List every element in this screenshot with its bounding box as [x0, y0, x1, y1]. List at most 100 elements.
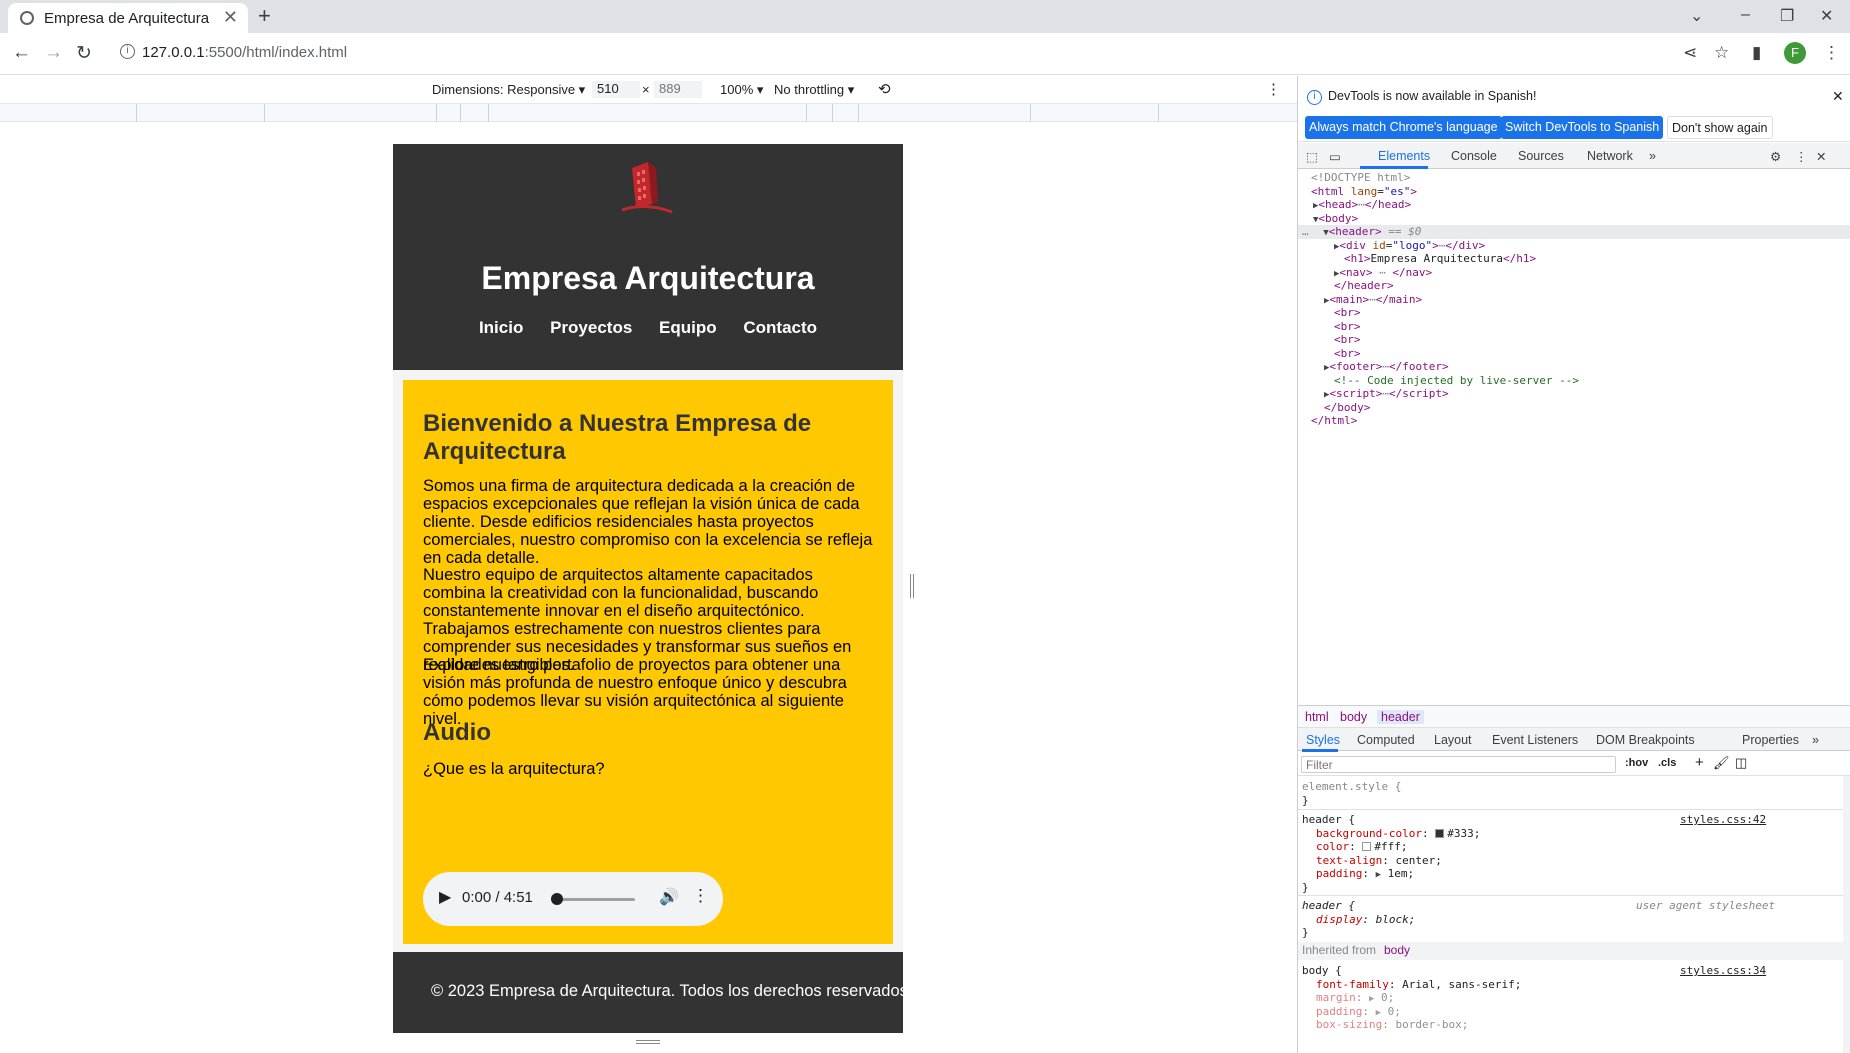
share-icon[interactable]: ⋖: [1683, 43, 1697, 63]
bookmark-star-icon[interactable]: ☆: [1714, 43, 1729, 63]
dom-br[interactable]: <br>: [1334, 347, 1361, 361]
devtools-menu-icon[interactable]: ⋮: [1795, 149, 1808, 164]
dom-html-close[interactable]: </html>: [1311, 414, 1357, 428]
minimize-icon[interactable]: –: [1741, 6, 1750, 24]
seek-bar[interactable]: [555, 898, 635, 901]
dom-doctype[interactable]: <!DOCTYPE html>: [1311, 171, 1410, 185]
new-tab-button[interactable]: +: [258, 3, 271, 29]
dom-body-close[interactable]: </body>: [1324, 401, 1370, 415]
tab-computed[interactable]: Computed: [1357, 733, 1415, 747]
dom-br[interactable]: <br>: [1334, 306, 1361, 320]
dom-br[interactable]: <br>: [1334, 333, 1361, 347]
tab-elements[interactable]: Elements: [1378, 149, 1430, 163]
tab-layout[interactable]: Layout: [1434, 733, 1472, 747]
prop-font-family[interactable]: font-family: Arial, sans-serif;: [1316, 978, 1521, 992]
prop-padding[interactable]: padding: ▶ 1em;: [1316, 867, 1414, 883]
chrome-menu-icon[interactable]: ⋮: [1823, 43, 1840, 63]
dom-br[interactable]: <br>: [1334, 320, 1361, 334]
match-language-button[interactable]: Always match Chrome's language: [1305, 116, 1502, 139]
welcome-heading: Bienvenido a Nuestra Empresa de Arquitec…: [423, 410, 812, 465]
restore-icon[interactable]: ❐: [1780, 6, 1794, 26]
nav-link-contacto[interactable]: Contacto: [743, 318, 817, 338]
close-window-icon[interactable]: ✕: [1820, 6, 1833, 26]
dom-h1[interactable]: <h1>Empresa Arquitectura</h1>: [1344, 252, 1536, 266]
dom-header-selected[interactable]: … ▼<header> == $0: [1298, 225, 1850, 239]
dont-show-button[interactable]: Don't show again: [1667, 116, 1773, 139]
breadcrumb-html[interactable]: html: [1305, 710, 1329, 724]
prop-background-color[interactable]: background-color: #333;: [1316, 827, 1480, 841]
media-query-bar[interactable]: [0, 104, 1297, 122]
close-tab-icon[interactable]: ✕: [223, 7, 238, 28]
body-rule-selector[interactable]: body {: [1302, 964, 1342, 978]
cls-toggle[interactable]: .cls: [1658, 757, 1676, 769]
device-more-icon[interactable]: ⋮: [1266, 80, 1281, 98]
more-tabs-icon[interactable]: »: [1649, 149, 1656, 163]
resize-handle-bottom[interactable]: [636, 1040, 660, 1044]
tab-console[interactable]: Console: [1451, 149, 1497, 163]
height-input[interactable]: 889: [654, 81, 702, 98]
header-rule-selector[interactable]: header {: [1302, 813, 1355, 827]
tab-dom-breakpoints[interactable]: DOM Breakpoints: [1596, 733, 1695, 747]
audio-menu-icon[interactable]: ⋮: [692, 886, 709, 906]
throttle-select[interactable]: No throttling ▾: [774, 82, 854, 98]
more-subtabs-icon[interactable]: »: [1812, 733, 1819, 747]
site-info-icon[interactable]: i: [120, 44, 135, 59]
ua-rule-selector[interactable]: header {: [1302, 899, 1355, 913]
dom-tree: <!DOCTYPE html> <html lang="es"> ▶<head>…: [1298, 171, 1850, 691]
dom-header-close[interactable]: </header>: [1334, 279, 1394, 293]
prop-display[interactable]: display: block;: [1316, 913, 1415, 927]
nav-link-proyectos[interactable]: Proyectos: [550, 318, 632, 338]
nav-link-inicio[interactable]: Inicio: [479, 318, 523, 338]
infobar-close-icon[interactable]: ✕: [1832, 88, 1844, 105]
tab-network[interactable]: Network: [1587, 149, 1633, 163]
zoom-select[interactable]: 100% ▾: [720, 82, 763, 98]
element-style-rule[interactable]: element.style {: [1302, 780, 1401, 794]
source-link-body[interactable]: styles.css:34: [1680, 964, 1766, 978]
address-bar[interactable]: i 127.0.0.1:5500/html/index.html: [110, 37, 1670, 69]
tab-event-listeners[interactable]: Event Listeners: [1492, 733, 1578, 747]
new-rule-icon[interactable]: +: [1695, 754, 1704, 771]
tab-styles[interactable]: Styles: [1306, 733, 1340, 747]
styles-scrollbar[interactable]: [1843, 776, 1850, 1053]
breadcrumb-body[interactable]: body: [1340, 710, 1367, 724]
url-text[interactable]: 127.0.0.1:5500/html/index.html: [142, 44, 347, 61]
dom-html[interactable]: <html lang="es">: [1311, 185, 1417, 199]
paint-brush-icon[interactable]: 🖌: [1713, 755, 1730, 771]
devtools-close-icon[interactable]: ✕: [1816, 149, 1826, 164]
styles-filter-input[interactable]: Filter: [1301, 756, 1616, 773]
tab-properties[interactable]: Properties: [1742, 733, 1799, 747]
audio-player[interactable]: ▶ 0:00 / 4:51 🔊 ⋮: [423, 872, 723, 926]
settings-gear-icon[interactable]: ⚙: [1770, 149, 1781, 164]
dimensions-select[interactable]: Dimensions: Responsive ▾: [432, 82, 585, 98]
reload-icon[interactable]: ↻: [76, 42, 92, 65]
devtools-tabs: ⬚ ▭ Elements Console Sources Network » ⚙…: [1298, 143, 1850, 169]
sidebar-toggle-icon[interactable]: ◫: [1735, 755, 1747, 771]
nav-link-equipo[interactable]: Equipo: [659, 318, 717, 338]
breadcrumb: html body header: [1298, 705, 1850, 727]
prop-text-align[interactable]: text-align: center;: [1316, 854, 1442, 868]
resize-handle-right[interactable]: [910, 574, 914, 598]
play-icon[interactable]: ▶: [439, 887, 451, 907]
tab-sources[interactable]: Sources: [1518, 149, 1564, 163]
profile-avatar[interactable]: F: [1784, 42, 1806, 64]
back-icon[interactable]: ←: [12, 42, 31, 64]
hov-toggle[interactable]: :hov: [1625, 757, 1648, 769]
browser-tab[interactable]: Empresa de Arquitectura ✕: [8, 3, 248, 33]
breadcrumb-header[interactable]: header: [1377, 710, 1424, 724]
inherited-element[interactable]: body: [1384, 943, 1410, 958]
rotate-icon[interactable]: ⟲: [878, 80, 891, 98]
device-toggle-icon[interactable]: ▭: [1329, 149, 1341, 164]
switch-spanish-button[interactable]: Switch DevTools to Spanish: [1501, 116, 1664, 139]
volume-icon[interactable]: 🔊: [659, 887, 679, 907]
tab-search-chevron-icon[interactable]: ⌄: [1690, 6, 1703, 26]
source-link-header[interactable]: styles.css:42: [1680, 813, 1766, 827]
forward-icon[interactable]: →: [44, 42, 63, 64]
prop-box-sizing[interactable]: box-sizing: border-box;: [1316, 1018, 1468, 1032]
seek-knob[interactable]: [551, 893, 563, 905]
width-input[interactable]: 510: [592, 81, 640, 98]
side-panel-icon[interactable]: ▮: [1752, 43, 1761, 63]
site-footer: © 2023 Empresa de Arquitectura. Todos lo…: [393, 952, 903, 1033]
inspect-element-icon[interactable]: ⬚: [1306, 149, 1318, 164]
prop-color[interactable]: color: #fff;: [1316, 840, 1408, 854]
dom-comment[interactable]: <!-- Code injected by live-server -->: [1334, 374, 1579, 388]
